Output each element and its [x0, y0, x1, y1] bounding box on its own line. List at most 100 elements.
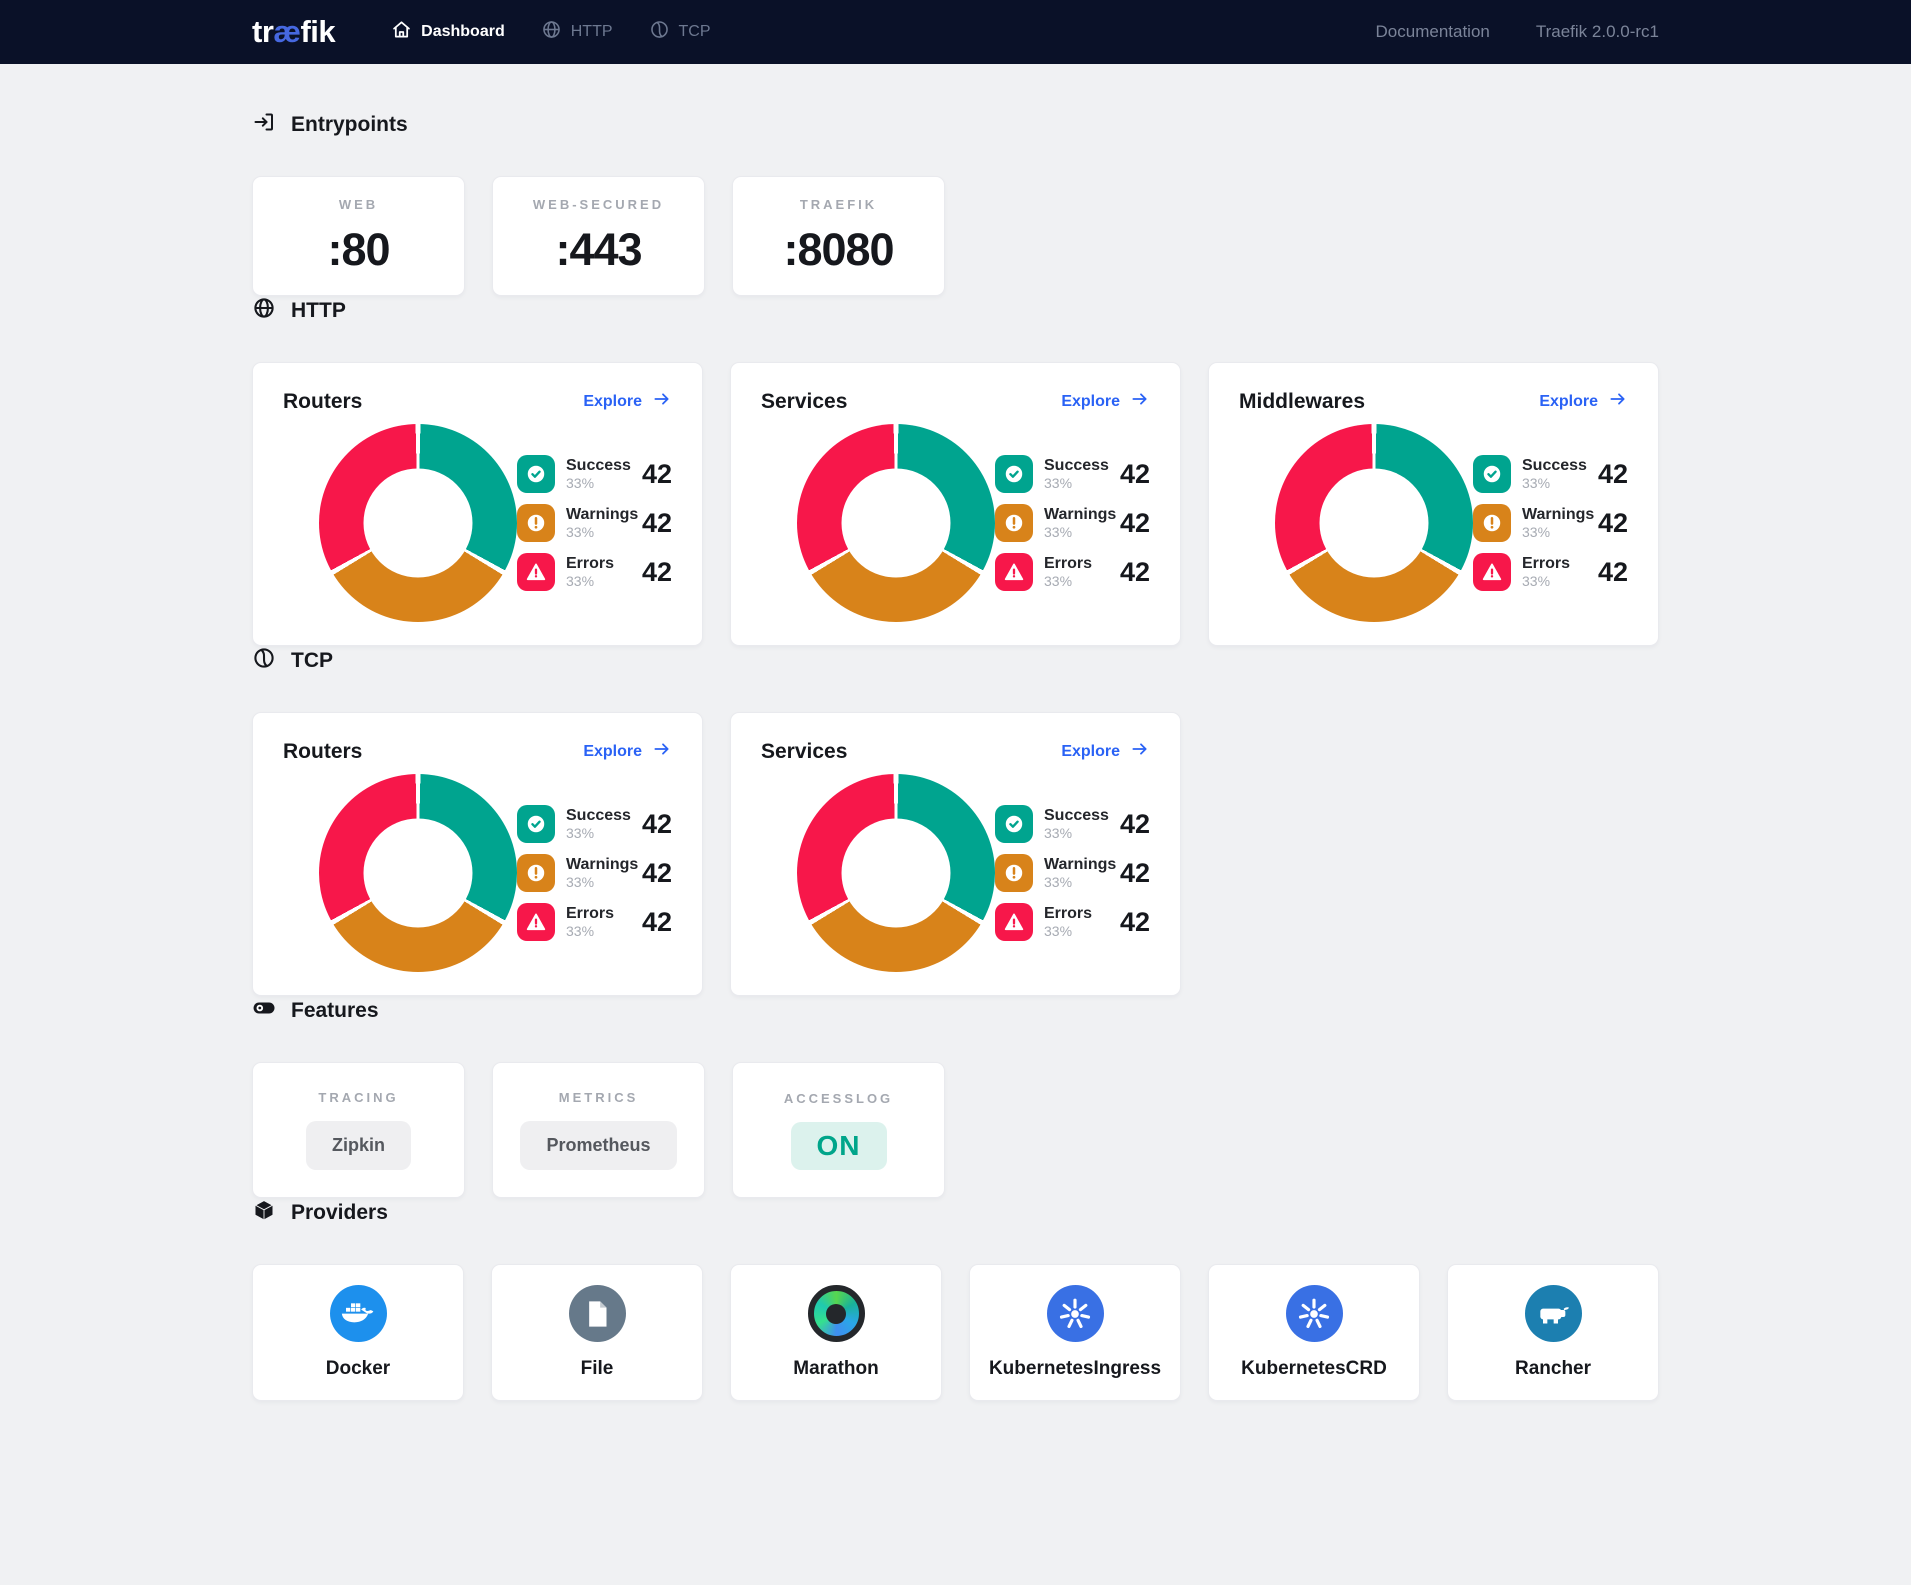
provider-card-rancher: Rancher	[1447, 1264, 1659, 1401]
explore-label: Explore	[1061, 743, 1120, 761]
app-logo[interactable]: træfik	[252, 14, 335, 50]
status-donut-chart	[1275, 424, 1473, 622]
entrypoint-label: TRAEFIK	[800, 197, 877, 212]
warning-icon	[517, 854, 555, 892]
provider-card-kubernetes-ingress: KubernetesIngress	[969, 1264, 1181, 1401]
legend-value: 42	[1120, 858, 1150, 889]
warning-icon	[517, 504, 555, 542]
explore-http-middlewares-link[interactable]: Explore	[1539, 389, 1628, 414]
legend-label: Success	[1044, 456, 1109, 475]
entrypoint-label: WEB	[339, 197, 378, 212]
http-title: HTTP	[252, 296, 1659, 326]
warning-icon	[995, 854, 1033, 892]
arrow-right-icon	[1608, 389, 1628, 414]
entrypoint-card-web-secured: WEB-SECURED :443	[492, 176, 705, 296]
nav-label-dashboard: Dashboard	[421, 23, 505, 41]
success-icon	[517, 455, 555, 493]
feature-card-accesslog: ACCESSLOG ON	[732, 1062, 945, 1198]
success-icon	[517, 805, 555, 843]
section-features: Features TRACING Zipkin METRICS Promethe…	[252, 996, 1659, 1198]
entrypoints-title-text: Entrypoints	[291, 113, 408, 137]
feature-label: TRACING	[318, 1090, 398, 1105]
status-donut-chart	[797, 774, 995, 972]
section-http: HTTP Routers Explore Success 33%	[252, 296, 1659, 646]
legend-value: 42	[642, 508, 672, 539]
provider-label: Rancher	[1515, 1358, 1591, 1380]
legend-percent: 33%	[1044, 825, 1109, 842]
providers-title-text: Providers	[291, 1201, 388, 1225]
legend-row-success: Success33% 42	[1473, 455, 1628, 493]
feature-on-badge: ON	[791, 1122, 887, 1170]
dashboard-content: Entrypoints WEB :80 WEB-SECURED :443 TRA…	[252, 64, 1659, 1441]
nav-item-http[interactable]: HTTP	[541, 19, 613, 45]
legend-label: Warnings	[566, 505, 638, 524]
navbar: træfik Dashboard HTTP TCP Documentation …	[0, 0, 1911, 64]
section-providers: Providers Docker File Marathon	[252, 1198, 1659, 1401]
legend-percent: 33%	[1522, 524, 1594, 541]
card-title: Routers	[283, 390, 362, 414]
error-icon	[995, 553, 1033, 591]
provider-card-docker: Docker	[252, 1264, 464, 1401]
section-entrypoints: Entrypoints WEB :80 WEB-SECURED :443 TRA…	[252, 110, 1659, 296]
logo-ae: æ	[273, 14, 300, 49]
features-title-text: Features	[291, 999, 379, 1023]
legend-label: Warnings	[1044, 855, 1116, 874]
cube-icon	[252, 1198, 276, 1228]
error-icon	[1473, 553, 1511, 591]
feature-value-chip: Prometheus	[520, 1121, 676, 1170]
error-icon	[517, 553, 555, 591]
legend-value: 42	[642, 907, 672, 938]
success-icon	[995, 805, 1033, 843]
home-icon	[391, 19, 412, 45]
legend-value: 42	[1120, 459, 1150, 490]
legend-value: 42	[1598, 557, 1628, 588]
explore-tcp-services-link[interactable]: Explore	[1061, 739, 1150, 764]
legend-row-errors: Errors33% 42	[517, 903, 672, 941]
http-middlewares-card: Middlewares Explore Success33% 42	[1208, 362, 1659, 646]
feature-card-metrics: METRICS Prometheus	[492, 1062, 705, 1198]
entrypoints-title: Entrypoints	[252, 110, 1659, 140]
arrow-right-icon	[652, 389, 672, 414]
section-tcp: TCP Routers Explore Success33%	[252, 646, 1659, 996]
legend-percent: 33%	[566, 923, 614, 940]
explore-tcp-routers-link[interactable]: Explore	[583, 739, 672, 764]
nav-label-tcp: TCP	[679, 23, 711, 41]
legend-percent: 33%	[566, 524, 638, 541]
tcp-services-card: Services Explore Success33% 42	[730, 712, 1181, 996]
legend-label: Success	[1044, 806, 1109, 825]
legend-value: 42	[642, 459, 672, 490]
card-title: Services	[761, 740, 847, 764]
legend-label: Success	[566, 806, 631, 825]
status-donut-chart	[319, 774, 517, 972]
provider-label: Marathon	[793, 1358, 879, 1380]
explore-label: Explore	[1539, 393, 1598, 411]
nav-item-dashboard[interactable]: Dashboard	[391, 19, 505, 45]
legend-percent: 33%	[1044, 874, 1116, 891]
globe-icon	[252, 296, 276, 326]
entrypoint-card-web: WEB :80	[252, 176, 465, 296]
nav-item-tcp[interactable]: TCP	[649, 19, 711, 45]
status-legend: Success33% 42 Warnings33% 42 Errors33% 4…	[517, 805, 672, 941]
status-donut-chart	[797, 424, 995, 622]
tcp-title-text: TCP	[291, 649, 333, 673]
main-nav: Dashboard HTTP TCP	[391, 19, 710, 45]
explore-http-services-link[interactable]: Explore	[1061, 389, 1150, 414]
legend-row-warnings: Warnings33% 42	[517, 504, 672, 542]
legend-value: 42	[1598, 508, 1628, 539]
legend-percent: 33%	[566, 825, 631, 842]
explore-http-routers-link[interactable]: Explore	[583, 389, 672, 414]
legend-row-errors: Errors33% 42	[517, 553, 672, 591]
legend-label: Success	[566, 456, 631, 475]
feature-card-tracing: TRACING Zipkin	[252, 1062, 465, 1198]
marathon-icon	[808, 1285, 865, 1342]
legend-value: 42	[642, 858, 672, 889]
kubernetes-icon	[1286, 1285, 1343, 1342]
toggle-icon	[252, 996, 276, 1026]
documentation-link[interactable]: Documentation	[1376, 22, 1490, 42]
explore-label: Explore	[1061, 393, 1120, 411]
legend-value: 42	[642, 557, 672, 588]
logo-text: tr	[252, 14, 273, 49]
docker-icon	[330, 1285, 387, 1342]
explore-label: Explore	[583, 393, 642, 411]
entrypoint-port: :80	[327, 224, 389, 276]
